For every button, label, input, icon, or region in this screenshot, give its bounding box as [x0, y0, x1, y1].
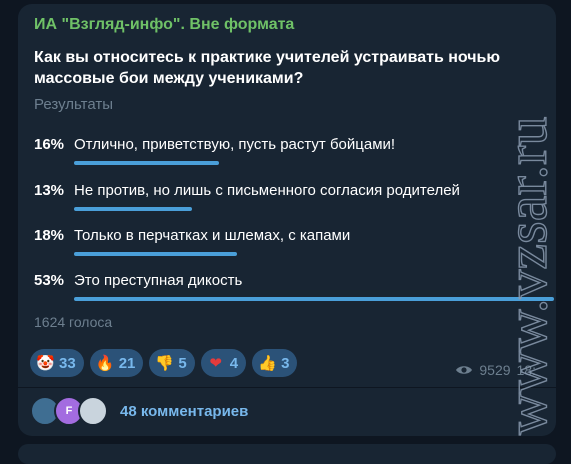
divider	[18, 387, 556, 388]
poll-option-4: 53% Это преступная дикость	[34, 272, 554, 308]
poll-question: Как вы относитесь к практике учителей ус…	[34, 49, 501, 87]
vote-count: 1624 голоса	[34, 314, 113, 330]
results-label: Результаты	[34, 96, 113, 113]
reaction-count: 3	[281, 354, 290, 372]
next-message	[18, 444, 556, 464]
reaction-count: 33	[59, 354, 76, 372]
message-time: 18:	[516, 362, 536, 378]
view-count: 9529	[479, 362, 511, 378]
fire-icon: 🔥	[95, 355, 115, 372]
comments-label: 48 комментариев	[120, 403, 249, 420]
option-percent: 16%	[34, 136, 65, 153]
option-result-bar	[74, 207, 192, 211]
option-text: Это преступная дикость	[74, 272, 243, 289]
avatar	[78, 396, 108, 426]
reaction-count: 21	[118, 354, 136, 372]
clown-icon: 🤡	[36, 355, 55, 372]
option-result-bar	[74, 297, 554, 301]
thumbs-up-icon: 👍	[258, 355, 277, 372]
option-text: Не против, но лишь с письменного согласи…	[74, 182, 460, 199]
poll-message: ИА "Взгляд-инфо". Вне формата Как вы отн…	[18, 4, 556, 436]
reaction-fire[interactable]: 🔥 21	[89, 349, 144, 377]
eye-icon	[456, 366, 473, 374]
heart-icon: ❤	[209, 355, 222, 372]
reaction-clown[interactable]: 🤡 33	[30, 349, 84, 377]
option-percent: 18%	[34, 227, 65, 244]
channel-name[interactable]: ИА "Взгляд-инфо". Вне формата	[34, 16, 294, 34]
thumbs-down-icon: 👎	[155, 355, 175, 372]
option-text: Только в перчатках и шлемах, с капами	[74, 227, 351, 244]
reaction-thumbs-down[interactable]: 👎 5	[149, 349, 195, 377]
poll-option-3: 18% Только в перчатках и шлемах, с капам…	[34, 227, 554, 263]
reaction-count: 4	[229, 354, 239, 372]
option-result-bar	[74, 252, 237, 256]
poll-option-1: 16% Отлично, приветствую, пусть растут б…	[34, 136, 554, 172]
message-meta: 9529 18:	[455, 362, 536, 378]
reaction-count: 5	[178, 354, 187, 372]
option-percent: 53%	[34, 272, 65, 289]
option-percent: 13%	[34, 182, 65, 199]
reaction-thumbs-up[interactable]: 👍 3	[252, 349, 298, 377]
option-text: Отлично, приветствую, пусть растут бойца…	[74, 136, 396, 153]
poll-option-2: 13% Не против, но лишь с письменного сог…	[34, 182, 554, 218]
reactions-bar: 🤡 33 🔥 21 👎 5 ❤ 4 👍 3	[30, 349, 303, 377]
reaction-heart[interactable]: ❤ 4	[200, 349, 247, 377]
option-result-bar	[74, 161, 219, 165]
